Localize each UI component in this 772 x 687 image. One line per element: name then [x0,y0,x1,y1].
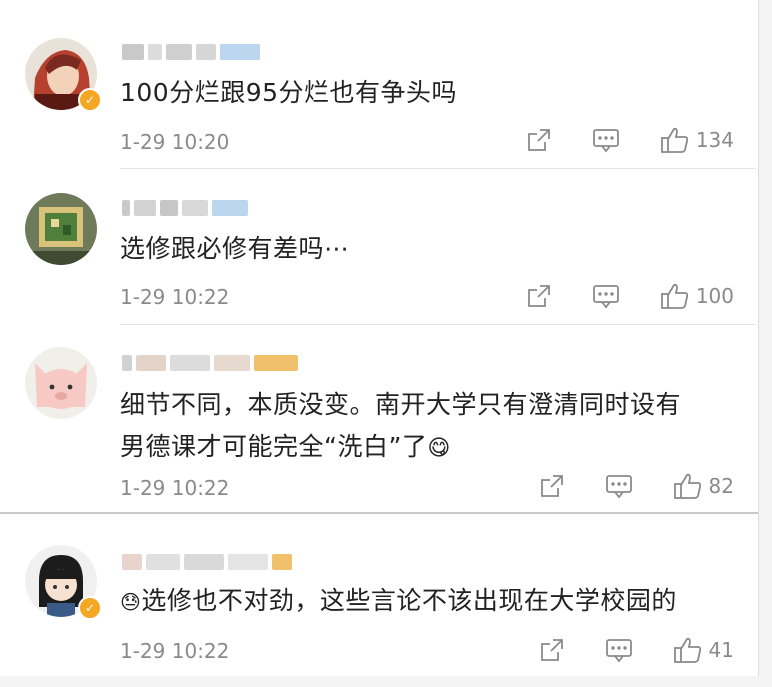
thumbs-up-icon [673,637,701,663]
emoji-icon: 😓 [120,590,142,614]
like-button[interactable]: 100 [660,282,734,310]
avatar[interactable] [25,193,97,265]
thumbs-up-icon [673,473,701,499]
comment-text: 100分烂跟95分烂也有争头吗 [120,78,458,107]
comment-actions: 134 [526,126,734,154]
comment-text: 细节不同，本质没变。南开大学只有澄清同时设有 男德课才可能完全“洗白”了😋 [120,384,728,470]
comment-text-line: 细节不同，本质没变。南开大学只有澄清同时设有 [120,390,682,419]
comment-text-line: 男德课才可能完全“洗白”了😋 [120,426,728,470]
comment-time: 1-29 10:20 [120,130,230,154]
divider [120,324,756,325]
thumbs-up-icon [660,127,688,153]
comment-icon [592,285,619,309]
comment-actions: 41 [539,636,734,664]
comment-icon [605,475,632,499]
share-icon [540,639,563,661]
share-button[interactable] [526,127,552,153]
bottom-strip [0,676,772,687]
like-count: 134 [695,128,734,152]
comment-button[interactable] [592,127,620,153]
comment-text-line-part: 男德课才可能完全“洗白”了 [120,432,428,461]
verified-badge-icon: ✓ [78,88,102,112]
comment-button[interactable] [605,637,633,663]
section-divider [0,512,758,514]
like-count: 41 [708,638,734,662]
avatar[interactable] [25,347,97,419]
comment-list: ✓ 100分烂跟95分烂也有争头吗 1-29 10:20 134 选修跟必修有差… [0,0,759,687]
verified-badge-icon: ✓ [78,596,102,620]
comment-text: 选修跟必修有差吗⋯ [120,234,350,263]
like-button[interactable]: 82 [673,472,734,500]
share-icon [527,129,550,151]
comment-text-part: 选修也不对劲，这些言论不该出现在大学校园的 [141,586,677,615]
comment-time: 1-29 10:22 [120,285,230,309]
divider [120,168,756,169]
username-blurred[interactable] [122,353,298,373]
share-button[interactable] [539,473,565,499]
comment-icon [592,129,619,153]
share-button[interactable] [526,283,552,309]
share-button[interactable] [539,637,565,663]
like-button[interactable]: 134 [660,126,734,154]
comment-actions: 82 [539,472,734,500]
comment-button[interactable] [605,473,633,499]
like-button[interactable]: 41 [673,636,734,664]
emoji-icon: 😋 [427,436,451,461]
like-count: 82 [708,474,734,498]
comment-button[interactable] [592,283,620,309]
username-blurred[interactable] [122,552,292,572]
comment-icon [605,639,632,663]
comment-time: 1-29 10:22 [120,639,230,663]
comment-time: 1-29 10:22 [120,476,230,500]
share-icon [540,475,563,497]
like-count: 100 [695,284,734,308]
thumbs-up-icon [660,283,688,309]
share-icon [527,285,550,307]
username-blurred[interactable] [122,42,260,62]
username-blurred[interactable] [122,198,248,218]
comment-text: 😓选修也不对劲，这些言论不该出现在大学校园的 [120,580,728,623]
comment-actions: 100 [526,282,734,310]
